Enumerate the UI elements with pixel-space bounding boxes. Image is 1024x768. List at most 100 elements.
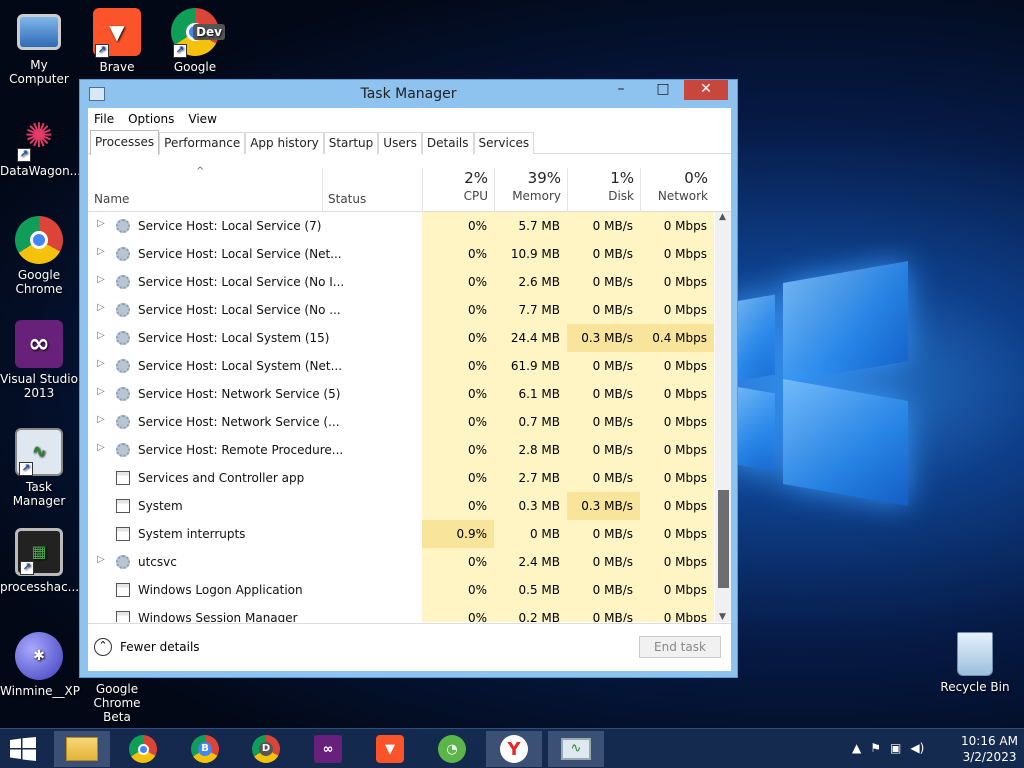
- desktop-icon-my-computer[interactable]: My Computer: [0, 8, 78, 86]
- desktop-icon-chrome-beta[interactable]: Google Chrome Beta: [78, 682, 156, 724]
- taskbar-chrome[interactable]: [115, 731, 171, 767]
- tab-users[interactable]: Users: [378, 132, 422, 154]
- column-status[interactable]: Status: [328, 192, 422, 206]
- expand-chevron-icon[interactable]: ▷: [97, 554, 105, 565]
- tab-startup[interactable]: Startup: [323, 132, 379, 154]
- expand-chevron-icon[interactable]: ▷: [97, 358, 105, 369]
- table-row[interactable]: ▷ Service Host: Remote Procedure... 0% 2.8 …: [88, 436, 714, 464]
- network-cell: 0 Mbps: [640, 268, 714, 296]
- process-name: Service Host: Local Service (7): [138, 219, 322, 233]
- process-hacker-icon: ▦ ↗: [15, 528, 63, 576]
- table-row[interactable]: ▷ Service Host: Local Service (No I... 0% 2…: [88, 268, 714, 296]
- vertical-scrollbar[interactable]: ▲ ▼: [715, 212, 731, 622]
- expand-chevron-icon[interactable]: ▷: [97, 246, 105, 257]
- clock[interactable]: 10:16 AM 3/2/2023: [961, 733, 1018, 765]
- network-cell: 0 Mbps: [640, 408, 714, 436]
- disk-cell: 0 MB/s: [567, 520, 640, 548]
- chrome-icon: [129, 735, 157, 763]
- tab-app-history[interactable]: App history: [245, 132, 324, 154]
- expand-chevron-icon[interactable]: ▷: [97, 414, 105, 425]
- process-name: Service Host: Local Service (No I...: [138, 275, 345, 289]
- desktop-icon-chrome-dev[interactable]: Dev ↗ Google Chrome Dev: [156, 8, 234, 74]
- start-button[interactable]: [10, 737, 38, 761]
- menu-view[interactable]: View: [188, 112, 216, 126]
- column-cpu[interactable]: 2% CPU: [422, 154, 494, 212]
- table-row[interactable]: Services and Controller app 0% 2.7 MB 0 MB/…: [88, 464, 714, 492]
- column-network[interactable]: 0% Network: [640, 154, 714, 212]
- network-cell: 0 Mbps: [640, 212, 714, 240]
- expand-chevron-icon[interactable]: ▷: [97, 386, 105, 397]
- menu-options[interactable]: Options: [128, 112, 174, 126]
- disk-cell: 0 MB/s: [567, 408, 640, 436]
- tab-performance[interactable]: Performance: [159, 132, 246, 154]
- column-name[interactable]: Name: [94, 192, 322, 206]
- end-task-button[interactable]: End task: [639, 636, 721, 658]
- table-row[interactable]: ▷ utcsvc 0% 2.4 MB 0 MB/s 0 Mbps: [88, 548, 714, 576]
- memory-label: Memory: [512, 189, 561, 203]
- desktop-icon-recycle-bin[interactable]: Recycle Bin: [936, 632, 1014, 694]
- cpu-cell: 0%: [422, 268, 494, 296]
- chevron-up-icon[interactable]: ▲: [852, 741, 861, 755]
- menu-file[interactable]: File: [94, 112, 114, 126]
- table-row[interactable]: Windows Logon Application 0% 0.5 MB 0 MB/s 0…: [88, 576, 714, 604]
- taskbar-file-explorer[interactable]: [54, 731, 110, 767]
- expand-chevron-icon[interactable]: ▷: [97, 274, 105, 285]
- desktop-icon-label: Task Manager: [12, 480, 66, 508]
- cpu-cell: 0%: [422, 324, 494, 352]
- network-cell: 0 Mbps: [640, 464, 714, 492]
- desktop-icon-label: processhac...: [0, 580, 80, 594]
- desktop-icon-winmine[interactable]: ✱ Winmine__XP: [0, 632, 80, 698]
- desktop-icon-task-manager[interactable]: ∿ ↗ Task Manager: [0, 428, 78, 508]
- memory-cell: 2.8 MB: [494, 436, 567, 464]
- network-cell: 0 Mbps: [640, 352, 714, 380]
- desktop-icon-visual-studio[interactable]: ∞ Visual Studio 2013: [0, 320, 78, 400]
- cpu-cell: 0%: [422, 408, 494, 436]
- table-row[interactable]: ▷ Service Host: Local System (15) 0% 24.4 M…: [88, 324, 714, 352]
- tab-services[interactable]: Services: [473, 132, 535, 154]
- table-row[interactable]: ▷ Service Host: Local Service (7) 0% 5.7 MB…: [88, 212, 714, 240]
- taskbar-brave[interactable]: ▼: [362, 731, 418, 767]
- memory-cell: 0.7 MB: [494, 408, 567, 436]
- taskbar-visual-studio[interactable]: ∞: [300, 731, 356, 767]
- column-disk[interactable]: 1% Disk: [567, 154, 640, 212]
- taskbar-cent-browser[interactable]: ◔: [424, 731, 480, 767]
- expand-chevron-icon[interactable]: ▷: [97, 218, 105, 229]
- scrollbar-thumb[interactable]: [718, 490, 729, 588]
- title-bar[interactable]: Task Manager – □ ✕: [80, 80, 737, 108]
- scroll-down-icon[interactable]: ▼: [719, 612, 726, 622]
- desktop-icon-google-chrome[interactable]: Google Chrome: [0, 216, 78, 296]
- taskbar-chrome-dev[interactable]: D: [238, 731, 294, 767]
- desktop-icon-datawagon[interactable]: ✺ ↗ DataWagon...: [0, 112, 81, 178]
- network-icon[interactable]: ▣: [890, 741, 901, 755]
- table-row[interactable]: Windows Session Manager 0% 0.2 MB 0 MB/s 0 M…: [88, 604, 714, 622]
- network-cell: 0 Mbps: [640, 520, 714, 548]
- table-row[interactable]: System interrupts 0.9% 0 MB 0 MB/s 0 Mbps: [88, 520, 714, 548]
- expand-chevron-icon[interactable]: ▷: [97, 330, 105, 341]
- taskbar-chrome-beta[interactable]: B: [177, 731, 233, 767]
- taskbar-task-manager[interactable]: ∿: [548, 731, 604, 767]
- table-row[interactable]: ▷ Service Host: Local Service (No ... 0% 7.…: [88, 296, 714, 324]
- scroll-up-icon[interactable]: ▲: [719, 212, 726, 222]
- table-row[interactable]: ▷ Service Host: Network Service (... 0% 0.7…: [88, 408, 714, 436]
- fewer-details-button[interactable]: ⌃ Fewer details: [94, 638, 200, 656]
- flag-icon[interactable]: ⚑: [870, 741, 881, 755]
- menu-bar: File Options View: [88, 108, 731, 130]
- gear-icon: [116, 415, 130, 429]
- close-button[interactable]: ✕: [684, 80, 728, 100]
- window-title: Task Manager: [360, 86, 457, 102]
- tab-processes[interactable]: Processes: [90, 130, 160, 155]
- table-row[interactable]: ▷ Service Host: Network Service (5) 0% 6.1 …: [88, 380, 714, 408]
- volume-icon[interactable]: ◀): [910, 741, 924, 755]
- tab-details[interactable]: Details: [421, 132, 474, 154]
- desktop-icon-brave[interactable]: ▼ ↗ Brave: [78, 8, 156, 74]
- column-memory[interactable]: 39% Memory: [494, 154, 567, 212]
- taskbar-yandex[interactable]: Y: [486, 731, 542, 767]
- desktop-icon-processhacker[interactable]: ▦ ↗ processhac...: [0, 528, 80, 594]
- minimize-button[interactable]: –: [607, 80, 635, 100]
- expand-chevron-icon[interactable]: ▷: [97, 442, 105, 453]
- expand-chevron-icon[interactable]: ▷: [97, 302, 105, 313]
- maximize-button[interactable]: □: [649, 80, 677, 100]
- table-row[interactable]: ▷ Service Host: Local System (Net... 0% 61.…: [88, 352, 714, 380]
- table-row[interactable]: ▷ Service Host: Local Service (Net... 0% 10…: [88, 240, 714, 268]
- table-row[interactable]: System 0% 0.3 MB 0.3 MB/s 0 Mbps: [88, 492, 714, 520]
